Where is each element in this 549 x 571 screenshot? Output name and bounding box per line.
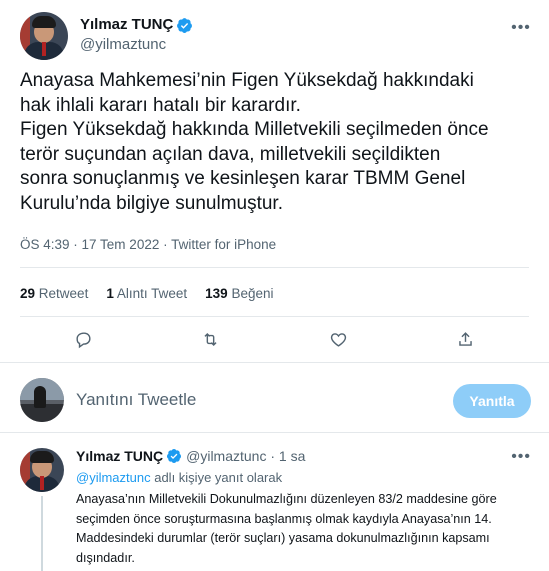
like-button[interactable] — [321, 322, 355, 356]
tweet-text: Anayasa Mahkemesi’nin Figen Yüksekdağ ha… — [20, 70, 489, 214]
divider — [20, 316, 529, 317]
author-name[interactable]: Yılmaz TUNÇ — [80, 15, 173, 35]
like-label: Beğeni — [231, 286, 274, 301]
share-button[interactable] — [448, 322, 482, 356]
reply-submit-button[interactable]: Yanıtla — [453, 384, 531, 418]
share-icon — [459, 331, 472, 346]
divider — [0, 432, 549, 433]
reply-text: Anayasa’nın Milletvekili Dokunulmazlığın… — [76, 492, 497, 565]
more-icon[interactable]: ••• — [511, 18, 531, 38]
like-count: 139 — [205, 286, 228, 301]
retweet-icon — [204, 332, 217, 346]
avatar[interactable] — [20, 378, 64, 422]
author-handle[interactable]: @yilmaztunc — [80, 35, 193, 55]
replying-suffix: adlı kişiye yanıt olarak — [150, 470, 283, 485]
reply-handle-time[interactable]: @yilmaztunc · 1 sa — [186, 448, 305, 464]
retweet-button[interactable] — [194, 322, 228, 356]
tweet-meta[interactable]: ÖS 4:39 · 17 Tem 2022 · Twitter for iPho… — [20, 237, 276, 252]
quote-stat[interactable]: 1 Alıntı Tweet — [106, 286, 187, 301]
retweet-stat[interactable]: 29 Retweet — [20, 286, 88, 301]
like-stat[interactable]: 139 Beğeni — [205, 286, 273, 301]
divider — [0, 362, 549, 363]
quote-count: 1 — [106, 286, 114, 301]
reply-input[interactable]: Yanıtını Tweetle — [76, 390, 196, 410]
author-name-row[interactable]: Yılmaz TUNÇ — [80, 15, 193, 35]
tweet-actions — [20, 322, 529, 356]
avatar[interactable] — [20, 12, 68, 60]
avatar[interactable] — [20, 448, 64, 492]
verified-icon — [167, 449, 182, 463]
retweet-label: Retweet — [38, 286, 89, 301]
quote-label: Alıntı Tweet — [116, 286, 188, 301]
replying-mention[interactable]: @yilmaztunc — [76, 470, 151, 485]
tweet-stats: 29 Retweet 1 Alıntı Tweet 139 Beğeni — [20, 286, 292, 301]
replying-to: @yilmaztunc adlı kişiye yanıt olarak — [76, 470, 282, 485]
reply-icon — [76, 331, 91, 348]
reply-composer: Yanıtını Tweetle Yanıtla — [0, 372, 549, 430]
thread-line — [41, 496, 43, 571]
verified-icon — [177, 17, 193, 33]
more-icon[interactable]: ••• — [511, 448, 531, 466]
tweet-author[interactable]: Yılmaz TUNÇ @yilmaztunc — [20, 12, 193, 60]
reply-button[interactable] — [67, 322, 101, 356]
divider — [20, 267, 529, 268]
like-icon — [330, 332, 346, 347]
reply-author-name[interactable]: Yılmaz TUNÇ — [76, 448, 163, 464]
retweet-count: 29 — [20, 286, 36, 301]
reply-header: Yılmaz TUNÇ @yilmaztunc · 1 sa — [76, 448, 305, 464]
